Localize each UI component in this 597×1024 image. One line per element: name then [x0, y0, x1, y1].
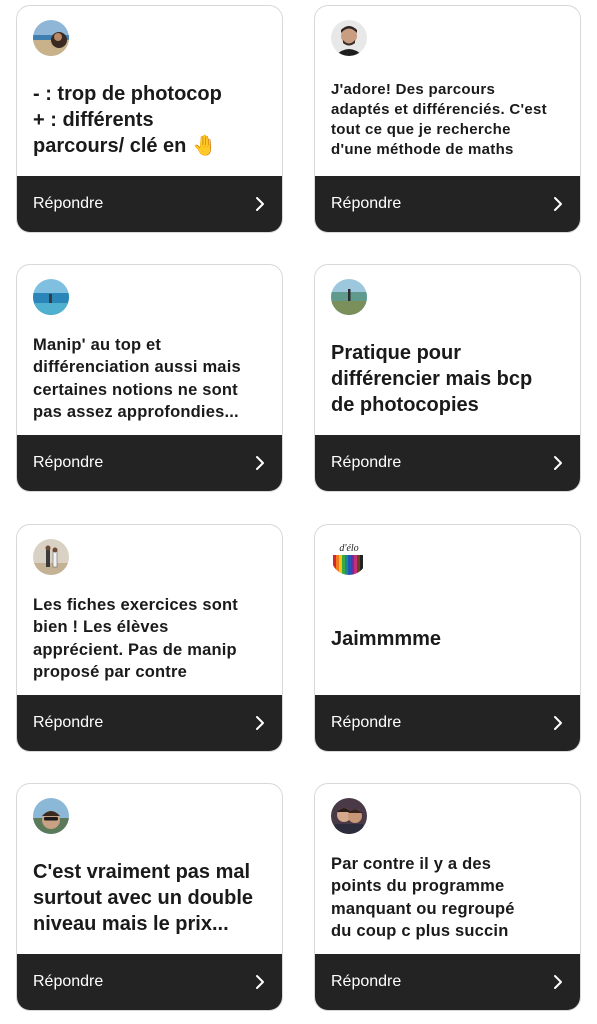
chevron-right-icon	[554, 716, 562, 730]
reply-label: Répondre	[33, 714, 104, 731]
reply-button[interactable]: Répondre	[17, 435, 282, 491]
response-card: Les fiches exercices sont bien ! Les élè…	[16, 524, 283, 752]
reply-label: Répondre	[33, 454, 104, 471]
sea-avatar-icon	[33, 279, 69, 315]
chevron-right-icon	[554, 456, 562, 470]
response-card: C'est vraiment pas mal surtout avec un d…	[16, 783, 283, 1011]
reply-label: Répondre	[331, 973, 402, 990]
pencils-avatar-icon: d'élo	[331, 539, 367, 575]
chevron-right-icon	[554, 975, 562, 989]
selfie-avatar-icon	[33, 798, 69, 834]
response-card: - : trop de photocop + : différents parc…	[16, 5, 283, 233]
chevron-right-icon	[256, 197, 264, 211]
response-text: - : trop de photocop + : différents parc…	[33, 82, 222, 157]
couple-avatar-icon	[331, 798, 367, 834]
reply-button[interactable]: Répondre	[17, 176, 282, 232]
reply-label: Répondre	[33, 973, 104, 990]
reply-button[interactable]: Répondre	[315, 176, 580, 232]
response-text: C'est vraiment pas mal surtout avec un d…	[33, 860, 254, 935]
reply-button[interactable]: Répondre	[315, 954, 580, 1010]
response-text: Manip' au top et différenciation aussi m…	[33, 335, 241, 422]
chevron-right-icon	[256, 975, 264, 989]
lake-avatar-icon	[331, 279, 367, 315]
chevron-right-icon	[554, 197, 562, 211]
response-text: Jaimmmme	[331, 627, 442, 650]
chevron-right-icon	[256, 716, 264, 730]
reply-button[interactable]: Répondre	[17, 695, 282, 751]
man-avatar-icon	[331, 20, 367, 56]
svg-text:d'élo: d'élo	[339, 543, 358, 554]
reply-button[interactable]: Répondre	[315, 695, 580, 751]
response-text: Les fiches exercices sont bien ! Les élè…	[33, 595, 238, 682]
response-card: J'adore! Des parcours adaptés et différe…	[314, 5, 581, 233]
couple-beach-avatar-icon	[33, 539, 69, 575]
reply-label: Répondre	[331, 195, 402, 212]
response-card: Manip' au top et différenciation aussi m…	[16, 264, 283, 492]
reply-button[interactable]: Répondre	[315, 435, 580, 491]
beach-avatar-icon	[33, 20, 69, 56]
reply-button[interactable]: Répondre	[17, 954, 282, 1010]
response-card: Par contre il y a des points du programm…	[314, 783, 581, 1011]
response-card: d'élo Jaimmmme Répondre	[314, 524, 581, 752]
response-text: J'adore! Des parcours adaptés et différe…	[331, 80, 547, 158]
response-text: Par contre il y a des points du programm…	[331, 854, 515, 941]
reply-label: Répondre	[331, 714, 402, 731]
reply-label: Répondre	[331, 454, 402, 471]
response-card: Pratique pour différencier mais bcp de p…	[314, 264, 581, 492]
chevron-right-icon	[256, 456, 264, 470]
reply-label: Répondre	[33, 195, 104, 212]
response-text: Pratique pour différencier mais bcp de p…	[331, 341, 533, 416]
